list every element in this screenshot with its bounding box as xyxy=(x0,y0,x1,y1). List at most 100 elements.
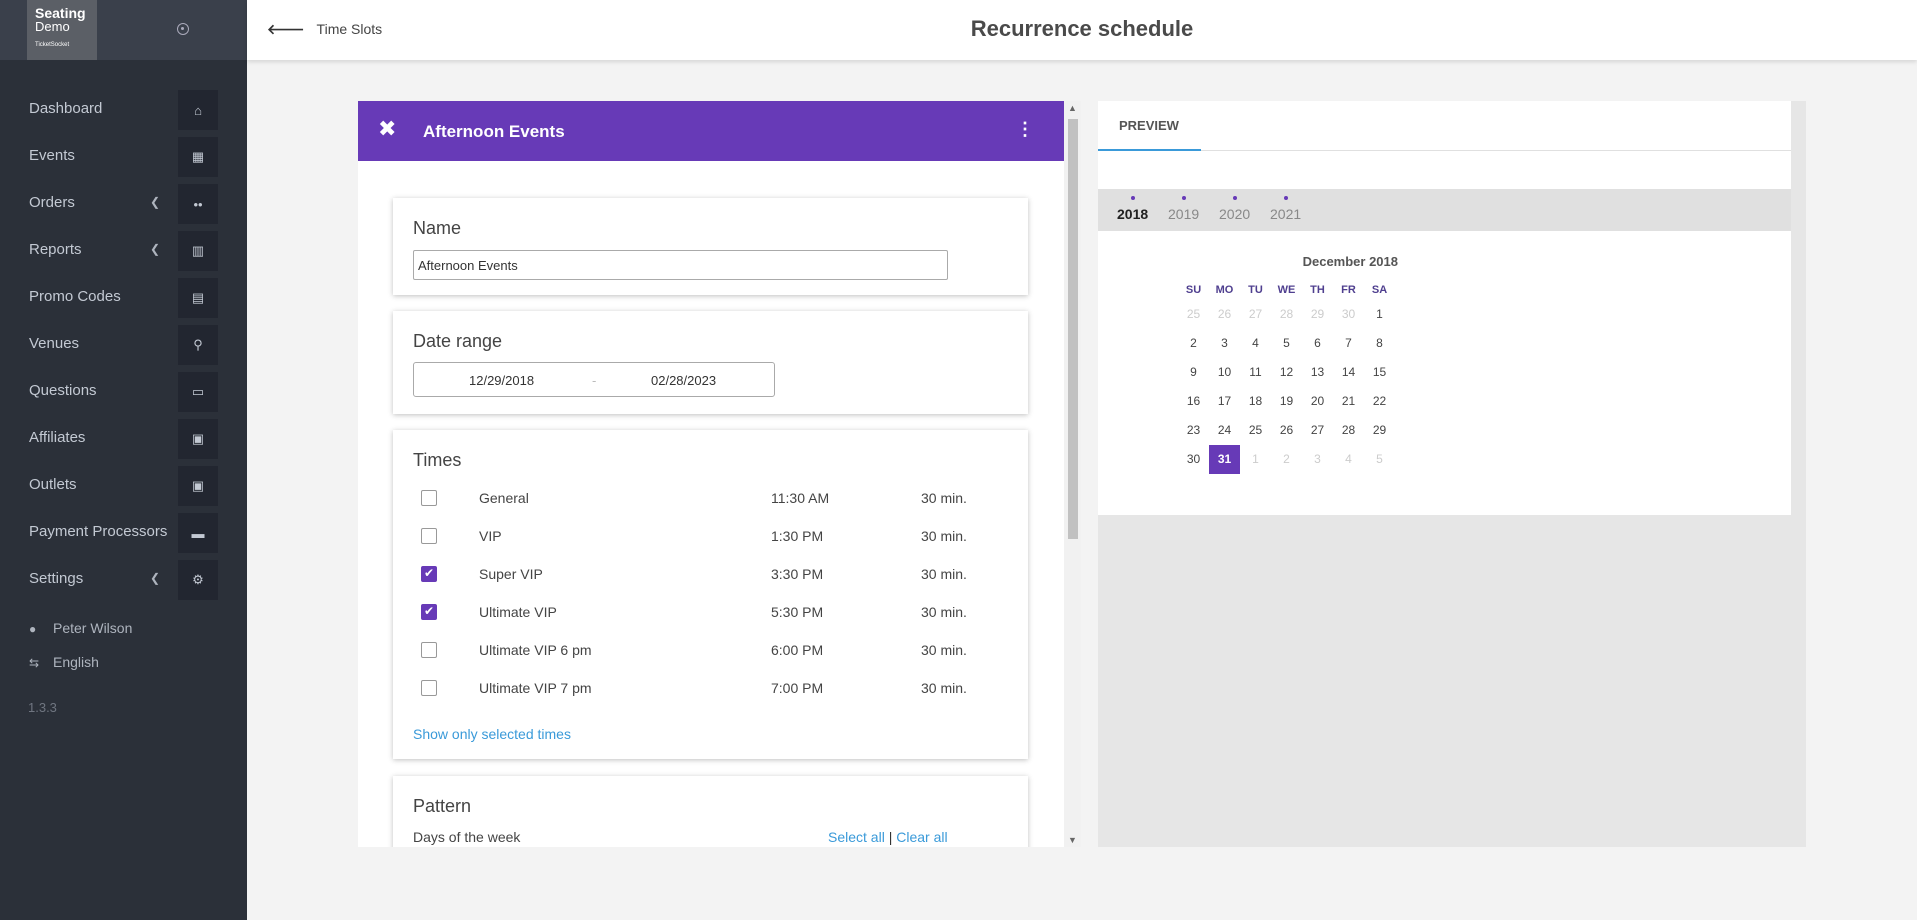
sidebar-item-settings[interactable]: Settings ❮ ⚙ xyxy=(0,556,247,603)
calendar-day: 28 xyxy=(1279,307,1294,321)
editor-title: Afternoon Events xyxy=(423,122,565,141)
time-checkbox[interactable] xyxy=(421,490,437,506)
calendar-day[interactable]: 23 xyxy=(1178,416,1209,445)
calendar-day[interactable]: 16 xyxy=(1178,387,1209,416)
logo[interactable]: Seating Demo TicketSocket xyxy=(27,0,97,60)
start-date[interactable]: 12/29/2018 xyxy=(469,373,534,388)
date-range-picker[interactable]: 12/29/2018 - 02/28/2023 xyxy=(413,362,775,397)
calendar-day[interactable]: 31 xyxy=(1209,445,1240,474)
language-label: English xyxy=(53,654,99,670)
year-tab-2019[interactable]: 2019 xyxy=(1168,196,1199,222)
sidebar-item-icon: ▦ xyxy=(178,137,218,177)
time-name: VIP xyxy=(479,528,502,544)
sidebar-item-venues[interactable]: Venues ⚲ xyxy=(0,321,247,368)
calendar-day[interactable]: 20 xyxy=(1302,387,1333,416)
calendar-day[interactable]: 3 xyxy=(1209,329,1240,358)
close-icon[interactable]: ✖ xyxy=(378,116,396,142)
calendar-day[interactable]: 29 xyxy=(1364,416,1395,445)
calendar-day: 26 xyxy=(1217,307,1232,321)
calendar-day[interactable]: 15 xyxy=(1364,358,1395,387)
show-selected-times-link[interactable]: Show only selected times xyxy=(413,726,571,742)
sidebar-item-label: Orders xyxy=(29,194,75,211)
time-row: General 11:30 AM 30 min. xyxy=(421,484,981,512)
select-all-link[interactable]: Select all xyxy=(828,829,885,845)
clear-all-link[interactable]: Clear all xyxy=(896,829,947,845)
sidebar-item-outlets[interactable]: Outlets ▣ xyxy=(0,462,247,509)
weekday-header: SA xyxy=(1371,284,1388,296)
preview-tabs: PREVIEW xyxy=(1098,101,1791,151)
sidebar-item-payment-processors[interactable]: Payment Processors ▬ xyxy=(0,509,247,556)
editor-scrollbar[interactable]: ▲ ▼ xyxy=(1064,101,1081,847)
time-name: Ultimate VIP 7 pm xyxy=(479,680,592,696)
chevron-left-icon: ❮ xyxy=(150,242,161,256)
time-checkbox[interactable] xyxy=(421,566,437,582)
sidebar-item-dashboard[interactable]: Dashboard ⌂ xyxy=(0,86,247,133)
calendar-day[interactable]: 7 xyxy=(1333,329,1364,358)
more-vertical-icon[interactable]: ⋮ xyxy=(1016,119,1034,140)
calendar-day[interactable]: 5 xyxy=(1271,329,1302,358)
time-name: General xyxy=(479,490,529,506)
name-input[interactable] xyxy=(413,250,948,280)
scroll-up-icon[interactable]: ▲ xyxy=(1068,103,1077,113)
weekday-header: MO xyxy=(1215,284,1234,296)
sidebar-item-icon: •• xyxy=(178,184,218,224)
calendar-day[interactable]: 18 xyxy=(1240,387,1271,416)
year-tab-2018[interactable]: 2018 xyxy=(1117,196,1148,222)
calendar-day: 5 xyxy=(1376,452,1383,466)
scroll-down-icon[interactable]: ▼ xyxy=(1068,835,1077,845)
sidebar-item-questions[interactable]: Questions ▭ xyxy=(0,368,247,415)
calendar-day[interactable]: 6 xyxy=(1302,329,1333,358)
weekday-header: FR xyxy=(1341,284,1356,296)
weekday-header: TU xyxy=(1248,284,1263,296)
language-menu[interactable]: ⇆ English xyxy=(29,654,99,670)
calendar-day[interactable]: 11 xyxy=(1240,358,1271,387)
calendar-day[interactable]: 12 xyxy=(1271,358,1302,387)
sidebar-item-affiliates[interactable]: Affiliates ▣ xyxy=(0,415,247,462)
tab-preview[interactable]: PREVIEW xyxy=(1119,118,1179,133)
calendar-day[interactable]: 30 xyxy=(1178,445,1209,474)
year-tab-2020[interactable]: 2020 xyxy=(1219,196,1250,222)
end-date[interactable]: 02/28/2023 xyxy=(651,373,716,388)
calendar-day[interactable]: 14 xyxy=(1333,358,1364,387)
sidebar-item-reports[interactable]: Reports ❮ ▥ xyxy=(0,227,247,274)
sidebar-item-icon: ▤ xyxy=(178,278,218,318)
sidebar-item-label: Outlets xyxy=(29,476,77,493)
calendar-day[interactable]: 26 xyxy=(1271,416,1302,445)
sidebar-item-promo-codes[interactable]: Promo Codes ▤ xyxy=(0,274,247,321)
link-divider: | xyxy=(888,829,893,845)
calendar-day[interactable]: 1 xyxy=(1364,300,1395,329)
time-checkbox[interactable] xyxy=(421,604,437,620)
time-checkbox[interactable] xyxy=(421,680,437,696)
calendar-day: 2 xyxy=(1283,452,1290,466)
calendar-day[interactable]: 19 xyxy=(1271,387,1302,416)
calendar-day[interactable]: 17 xyxy=(1209,387,1240,416)
calendar-day[interactable]: 24 xyxy=(1209,416,1240,445)
calendar-day[interactable]: 9 xyxy=(1178,358,1209,387)
calendar-day[interactable]: 22 xyxy=(1364,387,1395,416)
sidebar-top: Seating Demo TicketSocket xyxy=(0,0,247,60)
sidebar-toggle-icon[interactable] xyxy=(177,23,189,35)
scroll-thumb[interactable] xyxy=(1068,119,1078,539)
calendar-day[interactable]: 4 xyxy=(1240,329,1271,358)
calendar-day[interactable]: 27 xyxy=(1302,416,1333,445)
time-name: Ultimate VIP 6 pm xyxy=(479,642,592,658)
sidebar-item-orders[interactable]: Orders ❮ •• xyxy=(0,180,247,227)
time-checkbox[interactable] xyxy=(421,528,437,544)
calendar-day[interactable]: 10 xyxy=(1209,358,1240,387)
sidebar-item-label: Questions xyxy=(29,382,97,399)
calendar-day[interactable]: 2 xyxy=(1178,329,1209,358)
calendar-day[interactable]: 28 xyxy=(1333,416,1364,445)
calendar-day[interactable]: 8 xyxy=(1364,329,1395,358)
calendar-day[interactable]: 25 xyxy=(1240,416,1271,445)
sidebar-item-icon: ▣ xyxy=(178,419,218,459)
preview-spacer xyxy=(1098,151,1791,189)
sidebar-item-events[interactable]: Events ▦ xyxy=(0,133,247,180)
time-row: Ultimate VIP 7 pm 7:00 PM 30 min. xyxy=(421,674,981,702)
time-checkbox[interactable] xyxy=(421,642,437,658)
year-tab-2021[interactable]: 2021 xyxy=(1270,196,1301,222)
name-card: Name xyxy=(393,198,1028,295)
calendar-day[interactable]: 13 xyxy=(1302,358,1333,387)
days-of-week-label: Days of the week xyxy=(413,829,521,845)
calendar-day[interactable]: 21 xyxy=(1333,387,1364,416)
user-menu[interactable]: ● Peter Wilson xyxy=(29,620,132,636)
